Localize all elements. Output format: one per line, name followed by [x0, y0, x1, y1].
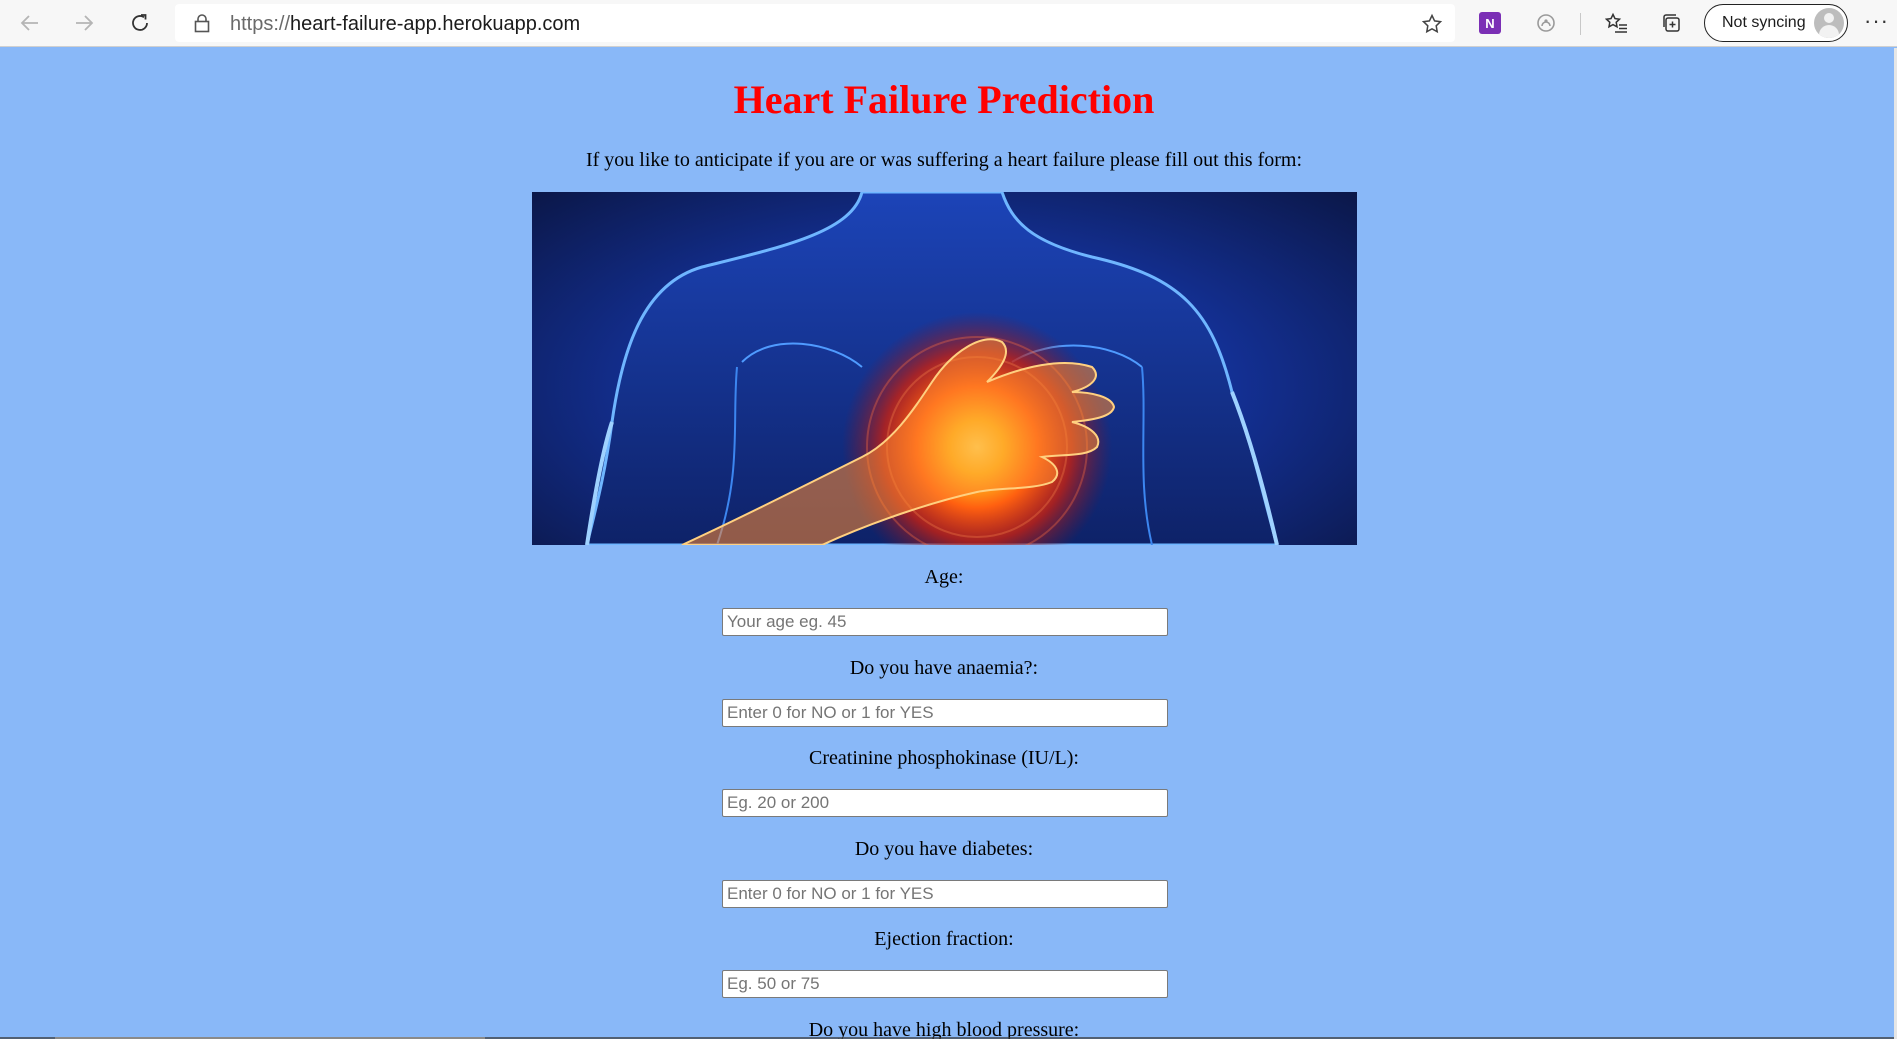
high-blood-pressure-label: Do you have high blood pressure: — [808, 1019, 1080, 1039]
ejection-fraction-input[interactable] — [722, 970, 1168, 998]
refresh-icon — [132, 14, 148, 31]
page-content: Heart Failure Prediction If you like to … — [0, 48, 1894, 1039]
age-input[interactable] — [722, 608, 1168, 636]
creatinine-phosphokinase-input[interactable] — [722, 789, 1168, 817]
avatar-icon — [1814, 8, 1844, 38]
ejection-fraction-label: Ejection fraction: — [874, 928, 1014, 950]
intro-text: If you like to anticipate if you are or … — [585, 149, 1303, 171]
url-scheme: https:// — [230, 13, 291, 35]
collections-icon — [1663, 14, 1680, 32]
favorites-button[interactable] — [1599, 6, 1635, 40]
toolbar-divider — [1580, 13, 1581, 35]
diabetes-input[interactable] — [722, 880, 1168, 908]
profile-label: Not syncing — [1722, 14, 1806, 31]
onenote-letter: N — [1485, 15, 1495, 31]
lock-icon — [193, 13, 211, 38]
address-bar[interactable]: https://heart-failure-app.herokuapp.com — [175, 4, 1455, 42]
collections-button[interactable] — [1654, 6, 1690, 40]
diabetes-label: Do you have diabetes: — [854, 838, 1034, 860]
refresh-button[interactable] — [122, 6, 158, 40]
back-arrow-icon — [20, 15, 38, 31]
back-button[interactable] — [12, 6, 48, 40]
forward-button[interactable] — [66, 6, 102, 40]
url-text[interactable]: https://heart-failure-app.herokuapp.com — [230, 13, 580, 36]
extension-button[interactable] — [1528, 6, 1564, 40]
extension-icon — [1537, 14, 1555, 32]
onenote-extension-icon[interactable]: N — [1479, 12, 1501, 34]
anaemia-label: Do you have anaemia?: — [849, 657, 1039, 679]
url-host: heart-failure-app.herokuapp.com — [290, 13, 581, 35]
more-options-button[interactable]: ··· — [1864, 8, 1889, 34]
favorite-star-icon[interactable] — [1421, 13, 1443, 40]
favorites-list-icon — [1605, 12, 1627, 33]
anaemia-input[interactable] — [722, 699, 1168, 727]
age-label: Age: — [924, 566, 964, 588]
browser-toolbar: https://heart-failure-app.herokuapp.com … — [0, 0, 1897, 47]
forward-arrow-icon — [76, 15, 94, 31]
heart-hero-image — [532, 192, 1357, 545]
page-title: Heart Failure Prediction — [733, 77, 1155, 122]
creatinine-phosphokinase-label: Creatinine phosphokinase (IU/L): — [809, 747, 1079, 769]
profile-button[interactable]: Not syncing — [1704, 4, 1848, 42]
